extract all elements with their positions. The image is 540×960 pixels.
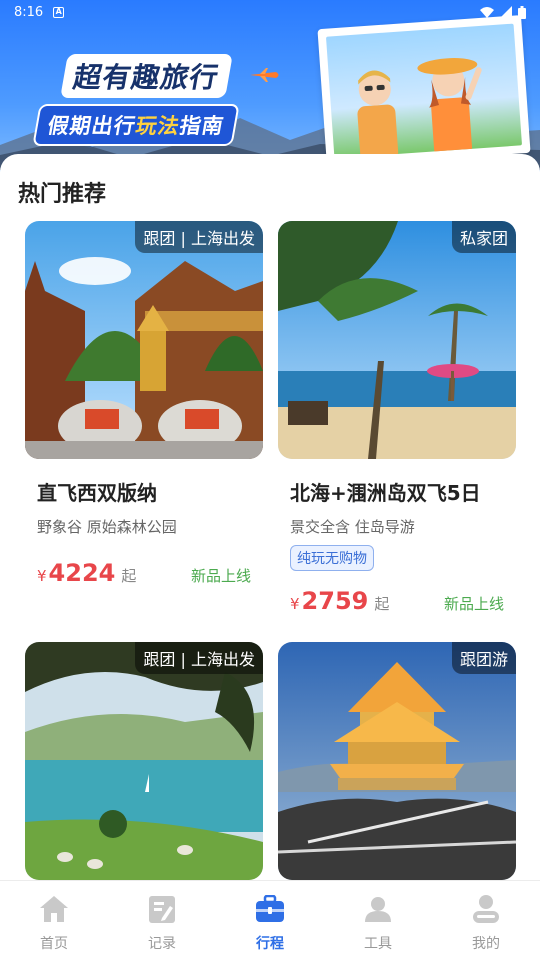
nav-label: 行程 xyxy=(256,936,284,952)
card-image[interactable]: 跟团 | 上海出发 xyxy=(25,642,263,880)
nav-item-home[interactable]: 首页 xyxy=(0,881,108,960)
person-icon xyxy=(362,893,394,925)
status-time: 8:16 xyxy=(14,4,44,20)
airplane-icon xyxy=(250,68,279,82)
temple-elephant-photo xyxy=(25,221,263,459)
nav-item-itinerary[interactable]: 行程 xyxy=(216,881,324,960)
product-card[interactable]: 跟团 | 上海出发 xyxy=(25,642,263,880)
nav-label: 工具 xyxy=(364,936,392,952)
nav-label: 我的 xyxy=(472,936,500,952)
banner-subtitle: 假期出行玩法指南 xyxy=(32,104,240,146)
briefcase-icon xyxy=(254,893,286,925)
content-panel: 热门推荐 跟团 | 上海出发 直飞西双版纳 野象谷 原始森林公园 ¥ 4224 … xyxy=(0,154,540,880)
tour-tag: 跟团游 xyxy=(451,642,516,674)
banner-title: 超有趣旅行 xyxy=(60,54,233,98)
card-subtitle: 景交全含 住岛导游 xyxy=(290,518,415,536)
price-currency: ¥ xyxy=(37,567,47,585)
nav-item-records[interactable]: 记录 xyxy=(108,881,216,960)
product-card[interactable]: 跟团游 xyxy=(278,642,516,880)
notification-a-icon: A xyxy=(53,6,65,18)
nav-label: 记录 xyxy=(148,936,176,952)
new-badge: 新品上线 xyxy=(443,595,504,613)
tour-tag: 跟团 | 上海出发 xyxy=(135,221,263,253)
home-icon xyxy=(38,893,70,925)
price-value: 2759 xyxy=(301,587,369,615)
banner-travelers-illustration xyxy=(325,23,523,159)
nav-label: 首页 xyxy=(40,936,68,952)
card-subtitle: 野象谷 原始森林公园 xyxy=(37,518,177,536)
product-card[interactable]: 私家团 北海+涠洲岛双飞5日 景交全含 住岛导游 纯玩无购物 ¥ 2759 起 … xyxy=(278,221,516,615)
price-row: ¥ 4224 起 新品上线 xyxy=(25,559,263,587)
product-card[interactable]: 跟团 | 上海出发 直飞西双版纳 野象谷 原始森林公园 ¥ 4224 起 新品上… xyxy=(25,221,263,587)
signal-icon xyxy=(500,6,512,18)
beach-palm-photo xyxy=(278,221,516,459)
status-bar: 8:16 A xyxy=(0,0,540,24)
clipboard-icon xyxy=(146,893,178,925)
card-title[interactable]: 直飞西双版纳 xyxy=(25,477,263,506)
price-row: ¥ 2759 起 新品上线 xyxy=(278,587,516,615)
tour-tag: 跟团 | 上海出发 xyxy=(135,642,263,674)
card-image[interactable]: 私家团 xyxy=(278,221,516,459)
feature-pill: 纯玩无购物 xyxy=(290,545,374,571)
new-badge: 新品上线 xyxy=(190,567,251,585)
card-image[interactable]: 跟团游 xyxy=(278,642,516,880)
tour-tag: 私家团 xyxy=(451,221,516,253)
section-title: 热门推荐 xyxy=(18,182,107,207)
banner-photo-frame xyxy=(317,15,531,167)
price-suffix: 起 xyxy=(374,595,390,613)
price-suffix: 起 xyxy=(121,567,137,585)
profile-icon xyxy=(470,893,502,925)
nav-item-tools[interactable]: 工具 xyxy=(324,881,432,960)
lake-meadow-photo xyxy=(25,642,263,880)
price-currency: ¥ xyxy=(290,595,300,613)
battery-icon xyxy=(518,5,526,19)
card-image[interactable]: 跟团 | 上海出发 xyxy=(25,221,263,459)
card-title[interactable]: 北海+涠洲岛双飞5日 xyxy=(278,477,516,506)
price-value: 4224 xyxy=(48,559,116,587)
nav-item-mine[interactable]: 我的 xyxy=(432,881,540,960)
bottom-nav: 首页 记录 行程 工具 我的 xyxy=(0,880,540,960)
wifi-icon xyxy=(480,6,494,18)
pavilion-photo xyxy=(278,642,516,880)
